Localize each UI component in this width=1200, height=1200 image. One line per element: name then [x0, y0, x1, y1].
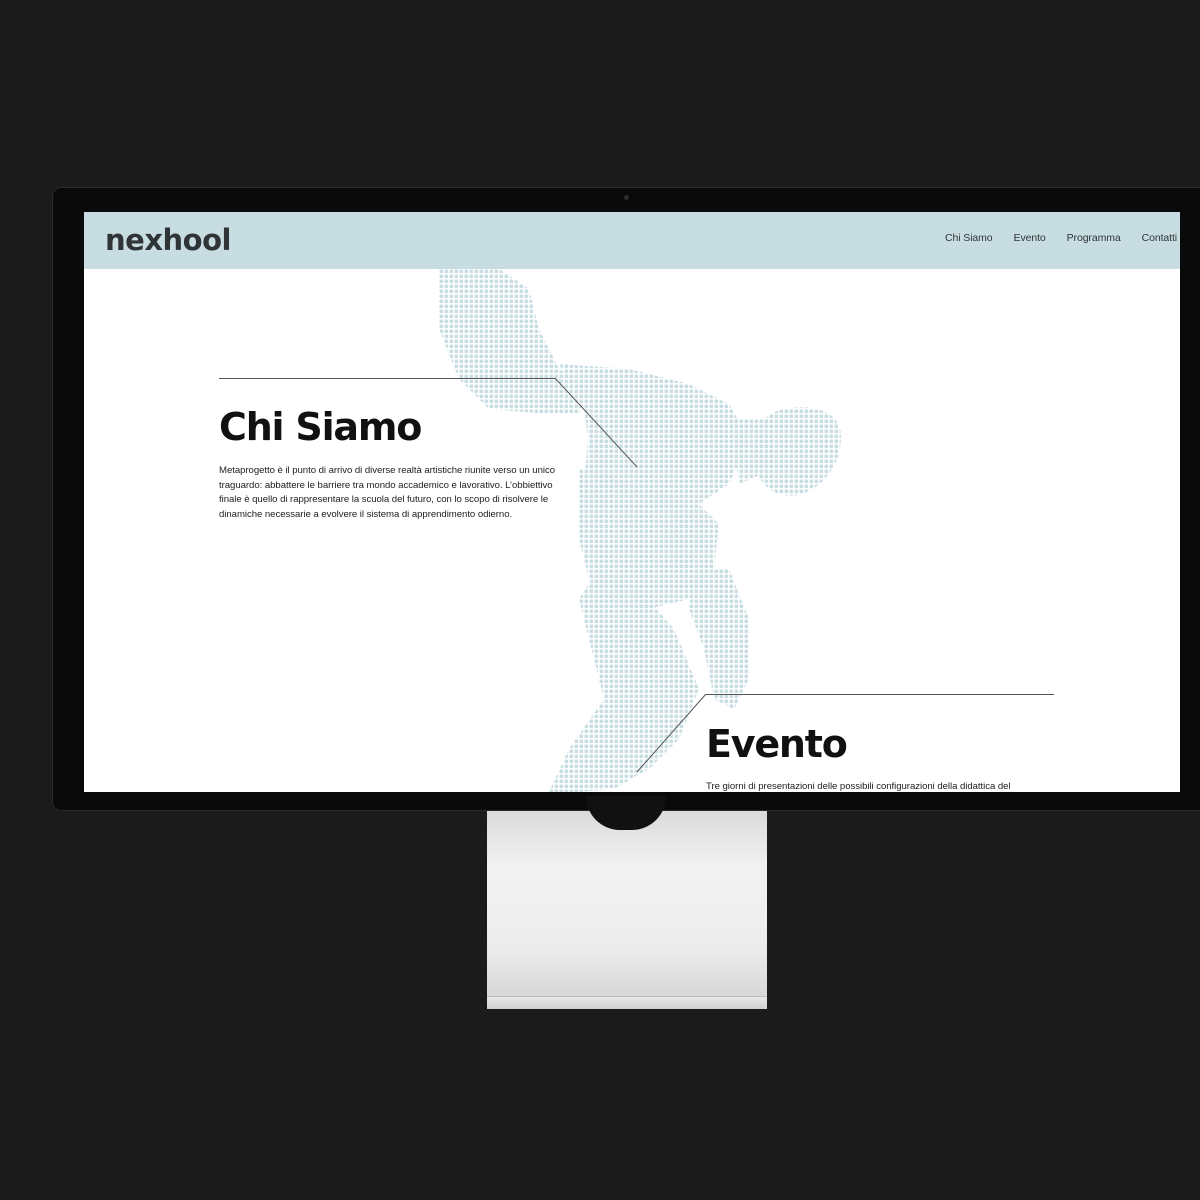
site-header: nexhool Chi Siamo Evento Programma Conta… — [84, 212, 1180, 269]
site-logo[interactable]: nexhool — [105, 223, 231, 257]
nav-item-contatti[interactable]: Contatti — [1142, 232, 1177, 244]
evento-text: Tre giorni di presentazioni delle possib… — [706, 781, 1011, 792]
chi-siamo-text: Metaprogetto è il punto di arrivo di div… — [219, 465, 555, 520]
discobolus-figure-icon — [439, 269, 841, 792]
chi-siamo-title: Chi Siamo — [219, 405, 422, 449]
nav-item-evento[interactable]: Evento — [1014, 232, 1046, 244]
website-screen[interactable]: nexhool Chi Siamo Evento Programma Conta… — [84, 212, 1180, 792]
evento-divider — [706, 694, 1054, 695]
monitor-stand — [487, 808, 767, 1008]
main-nav: Chi Siamo Evento Programma Contatti — [945, 232, 1177, 244]
monitor-stand-base — [487, 996, 767, 1009]
nav-item-chi-siamo[interactable]: Chi Siamo — [945, 232, 993, 244]
camera-icon — [624, 195, 629, 200]
nav-item-programma[interactable]: Programma — [1067, 232, 1121, 244]
evento-title: Evento — [706, 722, 848, 766]
monitor-frame: nexhool Chi Siamo Evento Programma Conta… — [53, 188, 1200, 810]
mockup-scene: nexhool Chi Siamo Evento Programma Conta… — [0, 0, 1200, 1200]
chi-siamo-divider — [219, 378, 555, 379]
